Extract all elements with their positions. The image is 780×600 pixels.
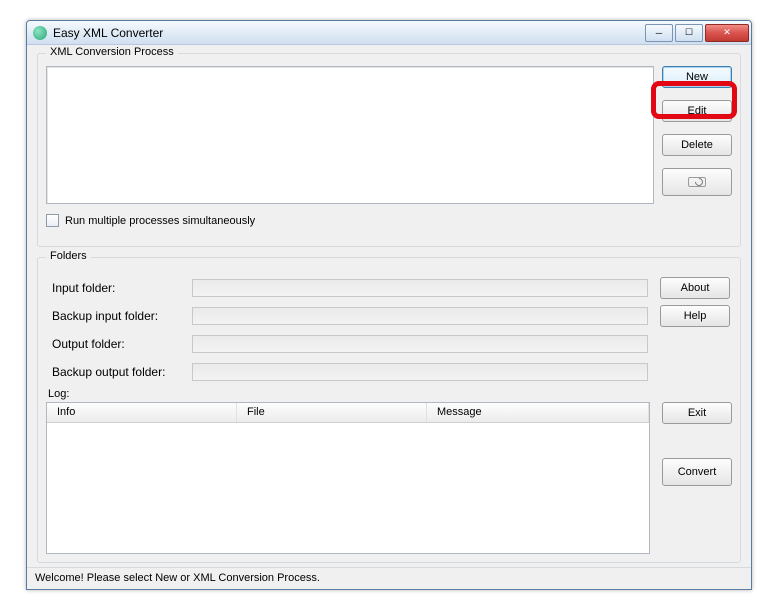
multiproc-checkbox[interactable] [46,214,59,227]
settings-button[interactable] [662,168,732,196]
app-window: Easy XML Converter ─ ☐ ✕ XML Conversion … [26,20,752,590]
log-body [47,423,649,553]
convert-button[interactable]: Convert [662,458,732,486]
input-folder-label: Input folder: [52,281,192,295]
wrench-icon [688,177,706,187]
delete-button[interactable]: Delete [662,134,732,156]
minimize-button[interactable]: ─ [645,24,673,42]
folders-group-legend: Folders [46,250,91,262]
help-button[interactable]: Help [660,305,730,327]
output-folder-label: Output folder: [52,337,192,351]
process-group-legend: XML Conversion Process [46,46,178,58]
log-col-info[interactable]: Info [47,403,237,422]
about-button[interactable]: About [660,277,730,299]
log-header: Info File Message [47,403,649,423]
process-buttons: New Edit Delete [662,66,732,204]
window-title: Easy XML Converter [53,26,643,40]
close-button[interactable]: ✕ [705,24,749,42]
app-icon [33,26,47,40]
process-group: XML Conversion Process New Edit Delete R… [37,53,741,247]
process-list[interactable] [46,66,654,204]
log-col-file[interactable]: File [237,403,427,422]
maximize-button[interactable]: ☐ [675,24,703,42]
multiproc-label: Run multiple processes simultaneously [65,215,255,227]
input-folder-field[interactable] [192,279,648,297]
status-text: Welcome! Please select New or XML Conver… [35,572,320,584]
window-controls: ─ ☐ ✕ [643,24,749,42]
client-area: XML Conversion Process New Edit Delete R… [27,45,751,567]
status-bar: Welcome! Please select New or XML Conver… [27,567,751,589]
log-table[interactable]: Info File Message [46,402,650,554]
output-folder-field[interactable] [192,335,648,353]
backup-output-field[interactable] [192,363,648,381]
exit-button[interactable]: Exit [662,402,732,424]
edit-button[interactable]: Edit [662,100,732,122]
log-side-buttons: Exit Convert [662,402,732,554]
new-button[interactable]: New [662,66,732,88]
titlebar[interactable]: Easy XML Converter ─ ☐ ✕ [27,21,751,45]
backup-input-field[interactable] [192,307,648,325]
multiproc-row: Run multiple processes simultaneously [46,214,732,227]
log-label: Log: [48,388,732,400]
log-col-message[interactable]: Message [427,403,649,422]
folders-group: Folders Input folder: About Backup input… [37,257,741,563]
backup-output-label: Backup output folder: [52,365,192,379]
backup-input-label: Backup input folder: [52,309,192,323]
